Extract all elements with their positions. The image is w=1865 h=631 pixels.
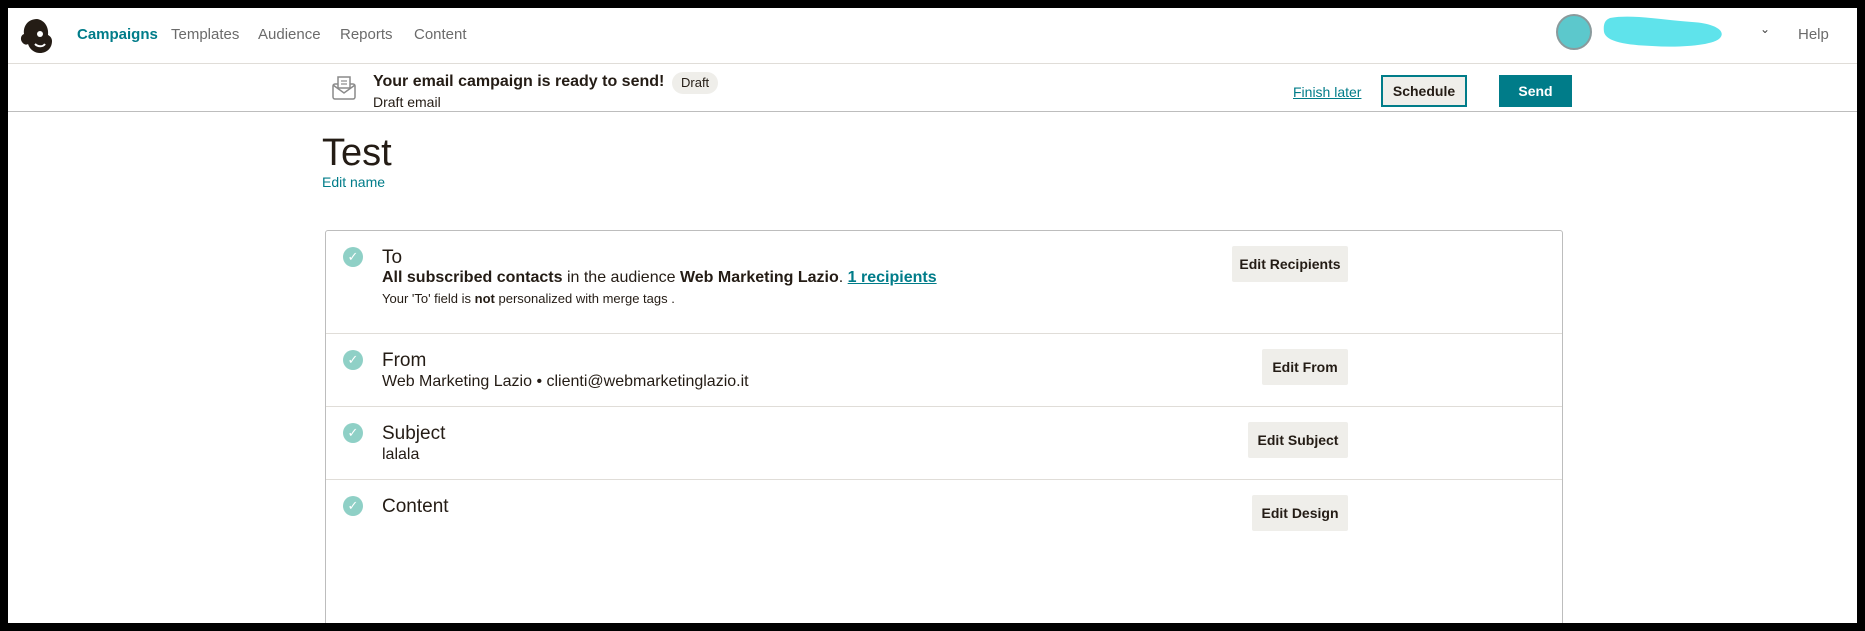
- nav-audience[interactable]: Audience: [258, 26, 321, 43]
- nav-templates[interactable]: Templates: [171, 26, 239, 43]
- to-audience-name: Web Marketing Lazio: [679, 269, 839, 286]
- to-contacts: All subscribed contacts: [382, 269, 563, 286]
- checklist-row-subject: ✓ Subject lalala Edit Subject: [326, 407, 1562, 480]
- nav-campaigns[interactable]: Campaigns: [77, 26, 158, 43]
- row-title-subject: Subject: [382, 423, 446, 444]
- check-icon: ✓: [343, 350, 363, 370]
- account-name-redacted[interactable]: [1602, 12, 1752, 52]
- send-button[interactable]: Send: [1499, 75, 1572, 107]
- chevron-down-icon[interactable]: ⌄: [1760, 22, 1770, 36]
- nav-content[interactable]: Content: [414, 26, 467, 43]
- campaign-ready-title: Your email campaign is ready to send!: [373, 73, 665, 90]
- edit-from-button[interactable]: Edit From: [1262, 349, 1348, 385]
- check-icon: ✓: [343, 423, 363, 443]
- row-title-to: To: [382, 247, 403, 268]
- page-title: Test: [322, 132, 392, 174]
- edit-recipients-button[interactable]: Edit Recipients: [1232, 246, 1348, 282]
- help-link[interactable]: Help: [1798, 26, 1829, 43]
- email-icon: [332, 76, 356, 100]
- edit-design-button[interactable]: Edit Design: [1252, 495, 1348, 531]
- checklist-row-content: ✓ Content Edit Design: [326, 480, 1562, 623]
- to-audience-middle: in the audience: [566, 269, 676, 286]
- nav-reports[interactable]: Reports: [340, 26, 393, 43]
- campaign-checklist: ✓ To All subscribed contacts in the audi…: [325, 230, 1563, 623]
- check-icon: ✓: [343, 247, 363, 267]
- mailchimp-logo-icon[interactable]: [18, 16, 56, 56]
- note-suffix: personalized with merge tags .: [498, 291, 675, 306]
- top-navigation: Campaigns Templates Audience Reports Con…: [8, 8, 1857, 64]
- status-badge: Draft: [672, 72, 719, 94]
- checklist-row-from: ✓ From Web Marketing Lazio • clienti@web…: [326, 334, 1562, 407]
- to-merge-tag-note: Your 'To' field is not personalized with…: [382, 291, 675, 306]
- row-title-content: Content: [382, 496, 449, 517]
- row-title-from: From: [382, 350, 427, 371]
- recipients-link[interactable]: 1 recipients: [848, 269, 937, 286]
- from-value: Web Marketing Lazio • clienti@webmarketi…: [382, 373, 749, 390]
- to-audience-line: All subscribed contacts in the audience …: [382, 269, 937, 286]
- campaign-status-bar: Your email campaign is ready to send! Dr…: [8, 64, 1857, 112]
- note-prefix: Your 'To' field is: [382, 291, 472, 306]
- avatar[interactable]: [1556, 14, 1592, 50]
- finish-later-link[interactable]: Finish later: [1293, 84, 1361, 100]
- checklist-row-to: ✓ To All subscribed contacts in the audi…: [326, 231, 1562, 334]
- edit-name-link[interactable]: Edit name: [322, 174, 385, 190]
- note-bold: not: [474, 291, 495, 306]
- campaign-type: Draft email: [373, 94, 441, 110]
- app-window: Campaigns Templates Audience Reports Con…: [8, 8, 1857, 623]
- subject-value: lalala: [382, 446, 420, 463]
- edit-subject-button[interactable]: Edit Subject: [1248, 422, 1348, 458]
- check-icon: ✓: [343, 496, 363, 516]
- schedule-button[interactable]: Schedule: [1381, 75, 1467, 107]
